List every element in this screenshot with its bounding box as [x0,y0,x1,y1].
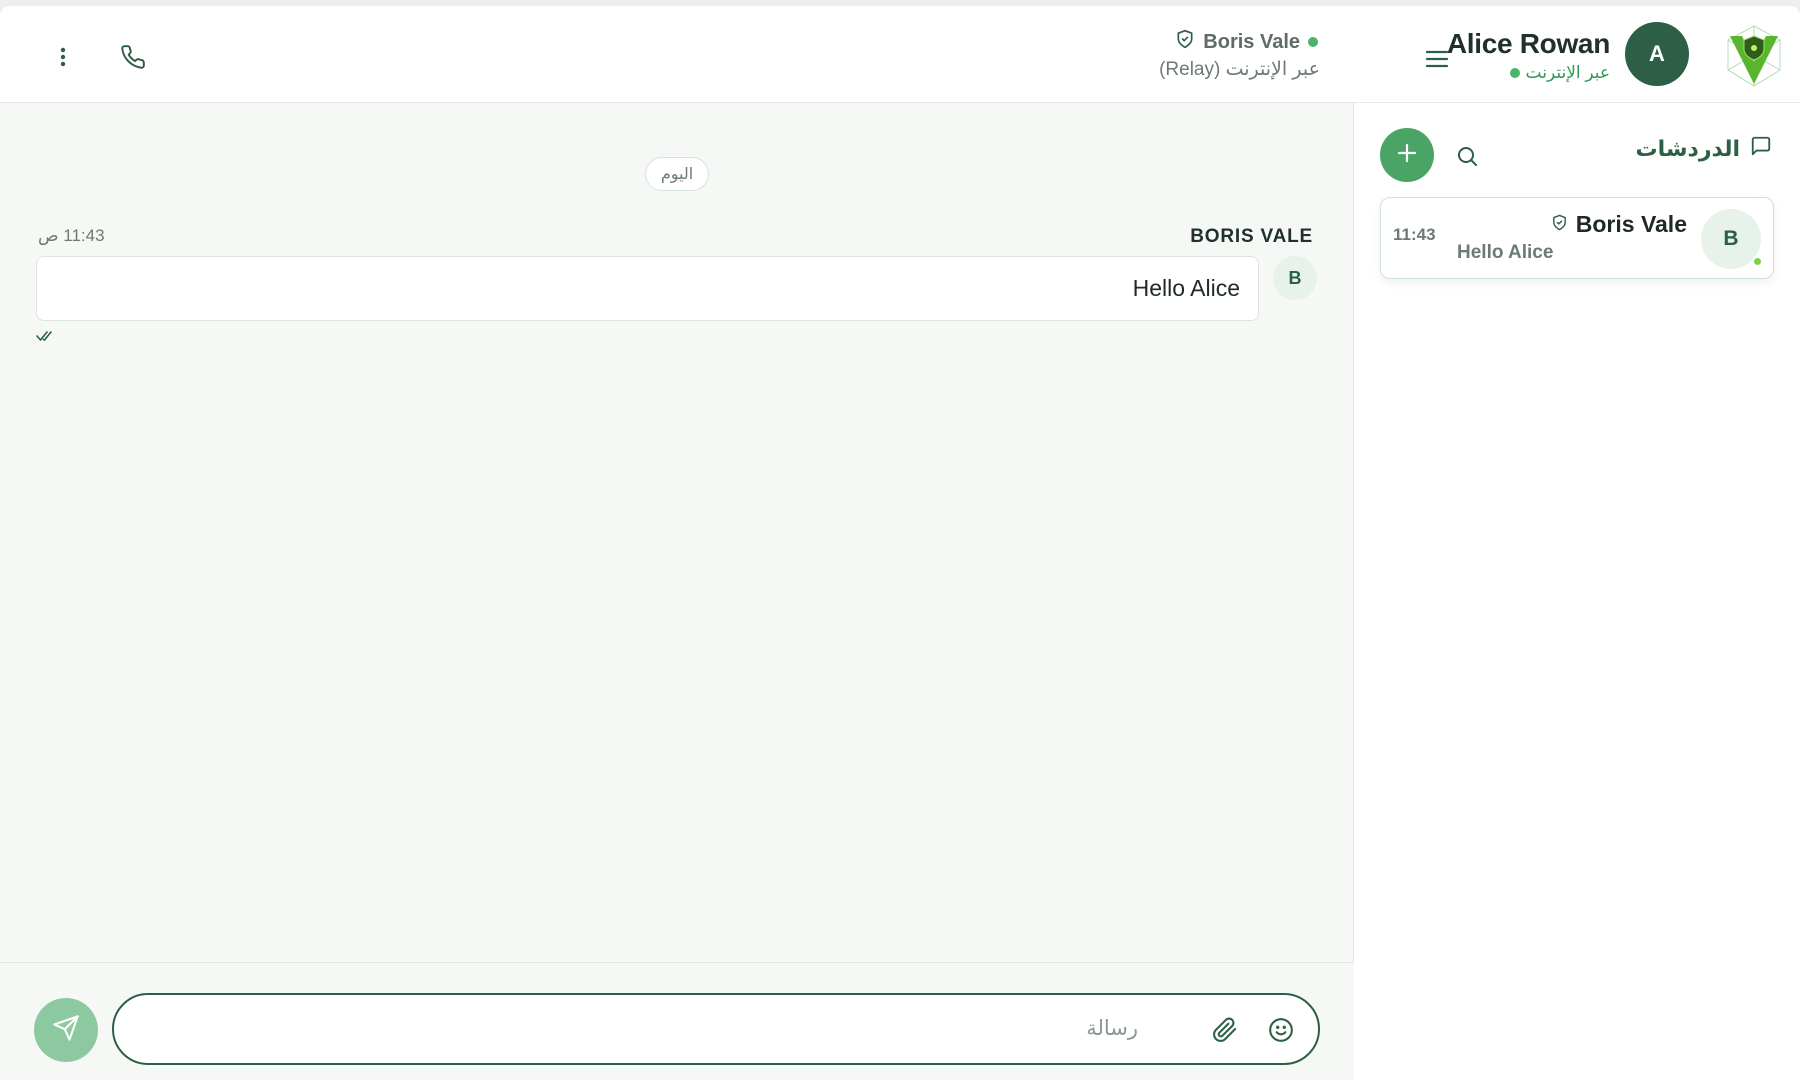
message-input[interactable] [144,1009,1138,1049]
chats-title-text: الدردشات [1635,136,1740,161]
sidebar: A Alice Rowan عبر الإنترنت الدردشات B Bo… [1354,6,1800,1080]
chats-heading: الدردشات [1636,135,1772,163]
peer-info: Boris Vale [1175,28,1322,56]
paperclip-icon[interactable] [1210,1015,1240,1045]
chat-name: Boris Vale [1575,211,1687,237]
message-input-container [112,993,1320,1065]
profile-avatar[interactable]: A [1625,22,1689,86]
peer-connection-status: عبر الإنترنت (Relay) [1159,59,1320,80]
online-indicator [1752,256,1763,267]
chat-header: Boris Vale عبر الإنترنت (Relay) [0,6,1354,103]
new-chat-button[interactable] [1380,128,1434,182]
peer-name: Boris Vale [1203,30,1300,53]
send-button[interactable] [34,998,98,1062]
message-sender: BORIS VALE [1190,226,1313,247]
message-avatar: B [1273,256,1317,300]
verified-shield-icon [1175,28,1195,56]
online-indicator [1308,37,1318,47]
day-separator: اليوم [645,157,709,191]
shield-v-logo-icon [1720,22,1788,90]
chat-time: 11:43 [1393,225,1436,244]
double-check-icon [36,329,56,343]
chat-preview: Hello Alice [1457,242,1554,263]
composer [0,962,1354,1080]
profile-header: A Alice Rowan عبر الإنترنت [1354,6,1800,103]
send-icon [52,1014,80,1047]
hamburger-menu-icon[interactable] [1422,44,1452,74]
plus-icon [1396,142,1418,169]
profile-name: Alice Rowan [1446,28,1610,59]
message-text: Hello Alice [1132,275,1240,301]
more-vertical-icon[interactable] [48,42,78,72]
search-icon[interactable] [1452,141,1482,171]
chats-toolbar: الدردشات [1354,103,1800,191]
smile-icon[interactable] [1266,1015,1296,1045]
online-indicator [1509,68,1520,78]
app-window: Boris Vale عبر الإنترنت (Relay) اليوم BO… [0,6,1800,1080]
chat-list-item[interactable]: B Boris Vale Hello Alice 11:43 [1380,197,1774,279]
shield-check-icon [1551,211,1568,238]
message-bubble[interactable]: Hello Alice [36,256,1259,321]
phone-icon[interactable] [118,42,148,72]
chat-bubble-icon [1750,135,1772,163]
profile-status: عبر الإنترنت [1509,63,1610,83]
chat-panel: Boris Vale عبر الإنترنت (Relay) اليوم BO… [0,6,1354,1080]
chat-name-row: Boris Vale [1551,211,1687,238]
profile-status-text: عبر الإنترنت [1525,63,1610,82]
message-time: 11:43 ص [38,226,105,245]
